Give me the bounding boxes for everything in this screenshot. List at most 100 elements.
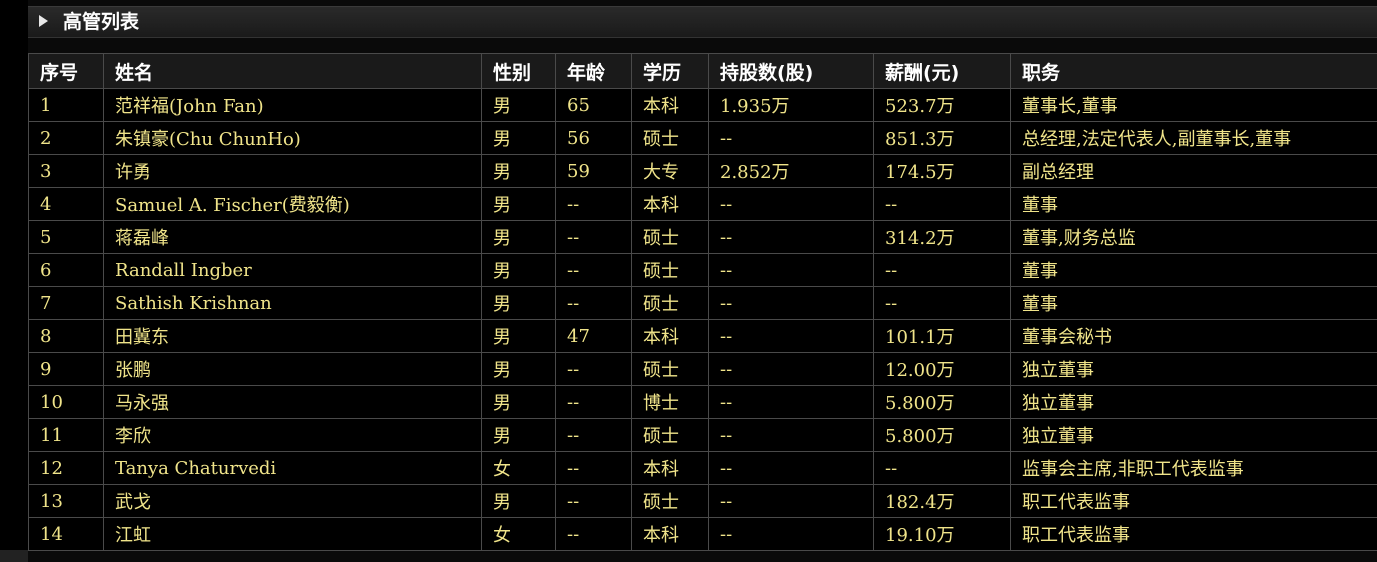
panel-title-bar[interactable]: 高管列表 [28,6,1377,38]
cell-name: Sathish Krishnan [103,286,482,320]
cell-index: 8 [28,319,104,353]
cell-name: 江虹 [103,517,482,551]
table-row[interactable]: 12 Tanya Chaturvedi 女 -- 本科 -- -- 监事会主席,非职工代表监事 [28,451,1377,485]
table-row[interactable]: 9 张鹏男 -- 硕士 -- 12.00万 独立董事 [28,352,1377,386]
cell-salary: 5.800万 [873,418,1011,452]
cell-education: 大专 [631,154,709,188]
cell-shares: -- [708,484,874,518]
cell-name: 武戈 [103,484,482,518]
panel-title: 高管列表 [63,11,140,33]
table-row[interactable]: 10 马永强男 -- 博士 -- 5.800万 独立董事 [28,385,1377,419]
cell-gender: 男 [481,385,556,419]
cell-shares: -- [708,319,874,353]
cell-index: 11 [28,418,104,452]
cell-age: -- [555,418,632,452]
cell-name: 马永强 [103,385,482,419]
cell-education: 本科 [631,187,709,221]
cell-age: 65 [555,88,632,122]
cell-index: 12 [28,451,104,485]
cell-name: 许勇 [103,154,482,188]
col-header-education[interactable]: 学历 [631,53,709,89]
cell-education: 硕士 [631,121,709,155]
col-header-salary[interactable]: 薪酬(元) [873,53,1011,89]
cell-age: -- [555,187,632,221]
cell-age: -- [555,517,632,551]
cell-shares: -- [708,517,874,551]
cell-shares: -- [708,187,874,221]
cell-name: 范祥福(John Fan) [103,88,482,122]
cell-education: 硕士 [631,484,709,518]
cell-salary: 12.00万 [873,352,1011,386]
cell-education: 本科 [631,319,709,353]
cell-education: 博士 [631,385,709,419]
cell-shares: -- [708,220,874,254]
cell-gender: 男 [481,352,556,386]
cell-name: 朱镇豪(Chu ChunHo) [103,121,482,155]
cell-gender: 男 [481,484,556,518]
cell-name: 蒋磊峰 [103,220,482,254]
cell-age: 47 [555,319,632,353]
cell-salary: 314.2万 [873,220,1011,254]
cell-gender: 男 [481,253,556,287]
cell-age: -- [555,451,632,485]
col-header-gender[interactable]: 性别 [481,53,556,89]
cell-gender: 女 [481,451,556,485]
cell-gender: 男 [481,319,556,353]
table-row[interactable]: 5 蒋磊峰男 -- 硕士 -- 314.2万 董事,财务总监 [28,220,1377,254]
cell-position: 监事会主席,非职工代表监事 [1010,451,1377,485]
cell-position: 职工代表监事 [1010,517,1377,551]
cell-name: Tanya Chaturvedi [103,451,482,485]
cell-education: 硕士 [631,352,709,386]
cell-index: 13 [28,484,104,518]
cell-name: 田冀东 [103,319,482,353]
cell-index: 9 [28,352,104,386]
cell-shares: -- [708,121,874,155]
cell-age: -- [555,352,632,386]
cell-salary: 851.3万 [873,121,1011,155]
cell-index: 1 [28,88,104,122]
cell-gender: 男 [481,418,556,452]
table-row[interactable]: 13 武戈男 -- 硕士 -- 182.4万 职工代表监事 [28,484,1377,518]
triangle-right-icon[interactable] [39,15,48,27]
cell-education: 硕士 [631,220,709,254]
cell-position: 副总经理 [1010,154,1377,188]
cell-age: -- [555,286,632,320]
table-row[interactable]: 8 田冀东男 47 本科 -- 101.1万 董事会秘书 [28,319,1377,353]
cell-index: 14 [28,517,104,551]
table-row[interactable]: 7 Sathish Krishnan 男 -- 硕士 -- -- 董事 [28,286,1377,320]
cell-education: 硕士 [631,418,709,452]
cell-gender: 男 [481,187,556,221]
table-row[interactable]: 2 朱镇豪(Chu ChunHo) 男 56 硕士 -- 851.3万 总经理,法定代表人,副… [28,121,1377,155]
table-body: 1 范祥福(John Fan) 男 65 本科 1.935万 523.7万 董事长,董事 2 朱镇… [28,88,1377,551]
table-row[interactable]: 3 许勇男 59 大专 2.852万 174.5万 副总经理 [28,154,1377,188]
cell-index: 6 [28,253,104,287]
col-header-position[interactable]: 职务 [1010,53,1377,89]
table-row[interactable]: 1 范祥福(John Fan) 男 65 本科 1.935万 523.7万 董事长,董事 [28,88,1377,122]
col-header-shares[interactable]: 持股数(股) [708,53,874,89]
cell-position: 独立董事 [1010,385,1377,419]
cell-name: Randall Ingber [103,253,482,287]
cell-age: -- [555,253,632,287]
cell-shares: 2.852万 [708,154,874,188]
cell-name: 张鹏 [103,352,482,386]
cell-age: 59 [555,154,632,188]
cell-gender: 男 [481,121,556,155]
table-row[interactable]: 11 李欣男 -- 硕士 -- 5.800万 独立董事 [28,418,1377,452]
cell-shares: -- [708,286,874,320]
cell-position: 董事,财务总监 [1010,220,1377,254]
cell-age: -- [555,220,632,254]
cell-gender: 男 [481,220,556,254]
table-row[interactable]: 14 江虹女 -- 本科 -- 19.10万 职工代表监事 [28,517,1377,551]
cell-shares: -- [708,253,874,287]
table-row[interactable]: 4 Samuel A. Fischer(费毅衡) 男 -- 本科 -- -- 董事 [28,187,1377,221]
cell-shares: -- [708,451,874,485]
cell-education: 本科 [631,451,709,485]
cell-salary: -- [873,451,1011,485]
col-header-age[interactable]: 年龄 [555,53,632,89]
cell-gender: 男 [481,154,556,188]
cell-index: 5 [28,220,104,254]
col-header-name[interactable]: 姓名 [103,53,482,89]
cell-index: 3 [28,154,104,188]
col-header-index[interactable]: 序号 [28,53,104,89]
table-row[interactable]: 6 Randall Ingber 男 -- 硕士 -- -- 董事 [28,253,1377,287]
